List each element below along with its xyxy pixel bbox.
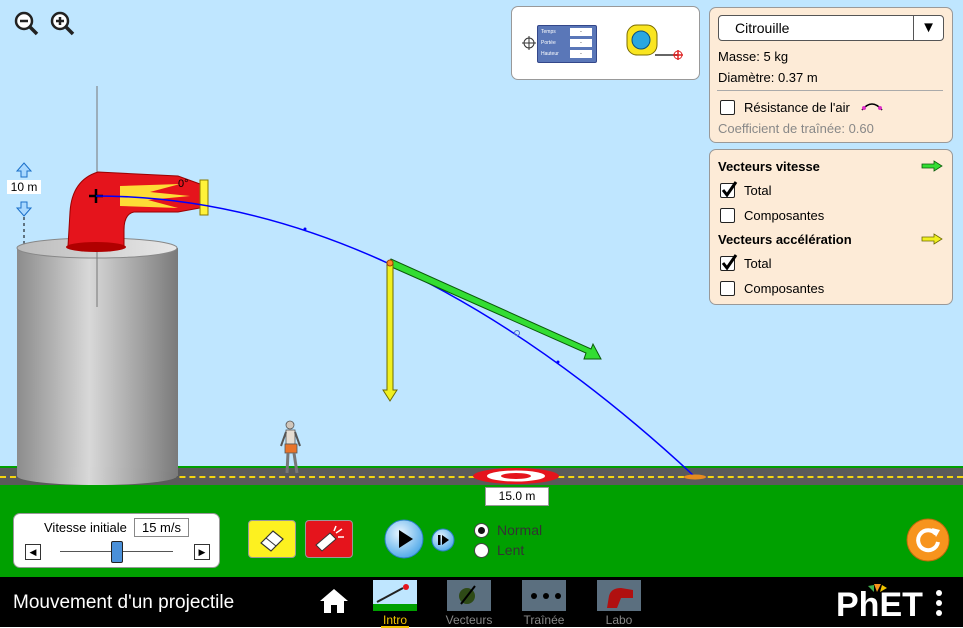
svg-text:PhET: PhET: [836, 586, 923, 622]
height-up-arrow[interactable]: [15, 162, 33, 178]
tools-panel: Temps - Portée - Hauteur -: [511, 6, 700, 80]
velocity-vector-arrow: [386, 258, 602, 360]
acceleration-arrow-icon: [921, 233, 943, 245]
tab-vectors[interactable]: Vecteurs: [445, 580, 493, 627]
human-figure: [280, 420, 301, 474]
menu-dots-icon[interactable]: [934, 589, 944, 617]
projectile-type-dropdown[interactable]: Citrouille ▼: [718, 15, 944, 41]
zoom-out-icon: [14, 11, 39, 36]
crosshair-icon: [522, 36, 536, 50]
eraser-icon: [260, 530, 284, 552]
speed-slow-label: Lent: [497, 542, 525, 558]
velocity-arrow-icon: [921, 160, 943, 172]
tab-drag-label: Traînée: [523, 613, 565, 627]
projectile-type-selected: Citrouille: [735, 20, 790, 36]
initial-speed-label: Vitesse initiale: [44, 520, 127, 535]
home-icon[interactable]: [318, 587, 350, 615]
height-down-arrow[interactable]: [15, 201, 33, 217]
tape-measure-icon[interactable]: [625, 22, 685, 64]
acceleration-vectors-title: Vecteurs accélération: [718, 232, 852, 247]
projectile-settings-panel: Citrouille ▼ Masse: 5 kg Diamètre: 0.37 …: [709, 7, 953, 143]
speed-normal-label: Normal: [497, 522, 543, 538]
drag-coefficient: Coefficient de traînée: 0.60: [718, 121, 874, 136]
acceleration-components-checkbox[interactable]: [720, 281, 735, 296]
speed-increase-button[interactable]: ▶: [194, 544, 210, 560]
panel-divider: [717, 90, 943, 91]
projectile-pumpkin: [386, 259, 394, 267]
zoom-in-icon: [50, 11, 75, 36]
speed-slider-thumb[interactable]: [111, 541, 123, 563]
trajectory-point: [303, 227, 307, 231]
play-button[interactable]: [384, 519, 424, 559]
readout-label-range: Portée: [541, 40, 556, 46]
acceleration-vector-arrow: [382, 261, 398, 402]
tab-drag[interactable]: Traînée: [520, 580, 568, 627]
velocity-components-label: Composantes: [744, 208, 825, 223]
speed-normal-radio[interactable]: [474, 523, 489, 538]
tab-intro[interactable]: Intro: [371, 580, 419, 628]
tab-lab-label: Labo: [605, 613, 633, 627]
erase-button[interactable]: [248, 520, 296, 558]
projectile-diameter: Diamètre: 0.37 m: [718, 70, 818, 85]
tab-intro-label: Intro: [382, 613, 407, 627]
target[interactable]: [473, 468, 559, 484]
dropdown-arrow-icon: ▼: [913, 16, 943, 40]
phet-logo[interactable]: PhET: [834, 582, 930, 622]
zoom-in-button[interactable]: [49, 10, 75, 36]
readout-label-height: Hauteur: [541, 51, 559, 57]
velocity-vectors-title: Vecteurs vitesse: [718, 159, 820, 174]
landed-projectile: [684, 474, 706, 480]
readout-value-time: -: [570, 28, 592, 36]
velocity-total-checkbox[interactable]: [720, 181, 738, 198]
readout-value-height: -: [570, 50, 592, 58]
initial-speed-panel: Vitesse initiale 15 m/s ◀ ▶: [13, 513, 220, 568]
reset-button[interactable]: [906, 518, 950, 562]
acceleration-components-label: Composantes: [744, 281, 825, 296]
step-forward-button[interactable]: [431, 528, 455, 552]
speed-slow-radio[interactable]: [474, 543, 489, 558]
air-resistance-checkbox[interactable]: [720, 100, 735, 115]
sim-title: Mouvement d'un projectile: [13, 592, 235, 613]
zoom-out-button[interactable]: [13, 10, 39, 36]
velocity-components-checkbox[interactable]: [720, 208, 735, 223]
readout-tool[interactable]: Temps - Portée - Hauteur -: [537, 25, 597, 63]
tab-vectors-label: Vecteurs: [445, 613, 493, 627]
drag-curve-icon: [861, 103, 883, 111]
launch-angle-label: 0°: [178, 178, 189, 190]
velocity-total-label: Total: [744, 183, 772, 198]
projectile-mass: Masse: 5 kg: [718, 49, 789, 64]
acceleration-total-label: Total: [744, 256, 772, 271]
cannon-fire-icon: [315, 525, 344, 552]
speed-decrease-button[interactable]: ◀: [25, 544, 41, 560]
vectors-panel: Vecteurs vitesse Total Composantes Vecte…: [709, 149, 953, 305]
trajectory-point: [556, 360, 560, 364]
launch-height-label: 10 m: [7, 180, 41, 194]
acceleration-total-checkbox[interactable]: [720, 254, 738, 271]
initial-speed-value[interactable]: 15 m/s: [134, 518, 189, 537]
readout-label-time: Temps: [541, 29, 556, 35]
readout-value-range: -: [570, 39, 592, 47]
air-resistance-label: Résistance de l'air: [744, 100, 850, 115]
target-range-label: 15.0 m: [485, 487, 549, 506]
navigation-bar: Mouvement d'un projectile Intro Vecteurs…: [0, 577, 963, 628]
trajectory-path: [95, 195, 695, 477]
tab-lab[interactable]: Labo: [595, 580, 643, 627]
fire-button[interactable]: [305, 520, 353, 558]
